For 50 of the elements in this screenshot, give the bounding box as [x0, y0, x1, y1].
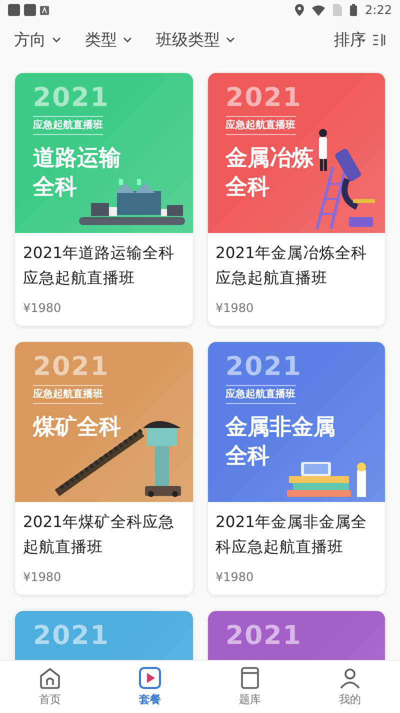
- course-title: 2021年煤矿全科应急起航直播班: [22, 512, 176, 558]
- banner-title: 煤矿全科: [33, 414, 121, 442]
- home-icon: [38, 666, 62, 690]
- course-card[interactable]: 2021 应急起航直播班 金属非金属 全科 2021年金属非金属全科应急起航直播班 ¥1980: [208, 342, 385, 595]
- location-icon: [295, 4, 304, 16]
- tab-bar-item[interactable]: 我的: [300, 661, 400, 713]
- filter-dropdown[interactable]: 类型: [85, 28, 132, 52]
- banner-year: 2021: [33, 623, 110, 649]
- notification-icon: [24, 4, 36, 16]
- filter-dropdown[interactable]: 班级类型: [156, 28, 235, 52]
- sim-icon: [333, 4, 342, 16]
- course-price: ¥1980: [214, 568, 255, 586]
- banner-tag: 应急起航直播班: [33, 385, 103, 404]
- course-price: ¥1980: [22, 568, 62, 586]
- chevron-down-icon: [52, 37, 61, 43]
- course-title: 2021年金属冶炼全科应急起航直播班: [214, 243, 368, 289]
- battery-icon: [350, 4, 358, 16]
- banner-title: 道路运输 全科: [33, 145, 121, 202]
- banner-year: 2021: [33, 85, 110, 111]
- course-price: ¥1980: [214, 300, 255, 317]
- course-price: ¥1980: [22, 300, 62, 317]
- course-title: 2021年金属非金属全科应急起航直播班: [214, 512, 368, 558]
- banner-year: 2021: [226, 85, 303, 111]
- course-card[interactable]: 2021 应急起航直播班 道路运输 全科 2021年道路运输全科应急起航直播班 ¥1980: [15, 73, 192, 326]
- tab-bar-item[interactable]: 套餐: [100, 661, 200, 713]
- person-icon: [338, 666, 362, 690]
- notification-icon: [40, 6, 49, 14]
- banner-year: 2021: [33, 354, 110, 380]
- banner-tag: 应急起航直播班: [226, 116, 296, 135]
- banner-tag: 应急起航直播班: [33, 116, 103, 135]
- tab-bar-item[interactable]: 首页: [0, 661, 100, 713]
- banner-title: 金属非金属 全科: [226, 414, 336, 471]
- banner-tag: 应急起航直播班: [226, 385, 296, 404]
- play-icon: [138, 666, 162, 690]
- notification-icon: [8, 4, 20, 16]
- chevron-down-icon: [226, 37, 235, 43]
- chevron-down-icon: [123, 37, 132, 43]
- wifi-icon: [312, 4, 326, 16]
- course-card[interactable]: 2021 应急起航直播班 煤矿全科 2021年煤矿全科应急起航直播班 ¥1980: [15, 342, 192, 595]
- banner-title: 金属冶炼 全科: [226, 145, 314, 202]
- tab-bar-item[interactable]: 题库: [200, 661, 300, 713]
- sort-icon: [372, 34, 386, 46]
- filter-dropdown[interactable]: 方向: [14, 28, 61, 52]
- sort-button[interactable]: 排序: [334, 28, 386, 52]
- course-card[interactable]: 2021 应急起航直播班 金属冶炼 全科 2021年金属冶炼全科应急起航直播班 ¥1980: [208, 73, 385, 326]
- banner-year: 2021: [226, 354, 303, 380]
- clock-time: 2:22: [365, 2, 392, 19]
- banner-year: 2021: [226, 623, 303, 649]
- book-icon: [238, 666, 262, 690]
- course-title: 2021年道路运输全科应急起航直播班: [22, 243, 176, 289]
